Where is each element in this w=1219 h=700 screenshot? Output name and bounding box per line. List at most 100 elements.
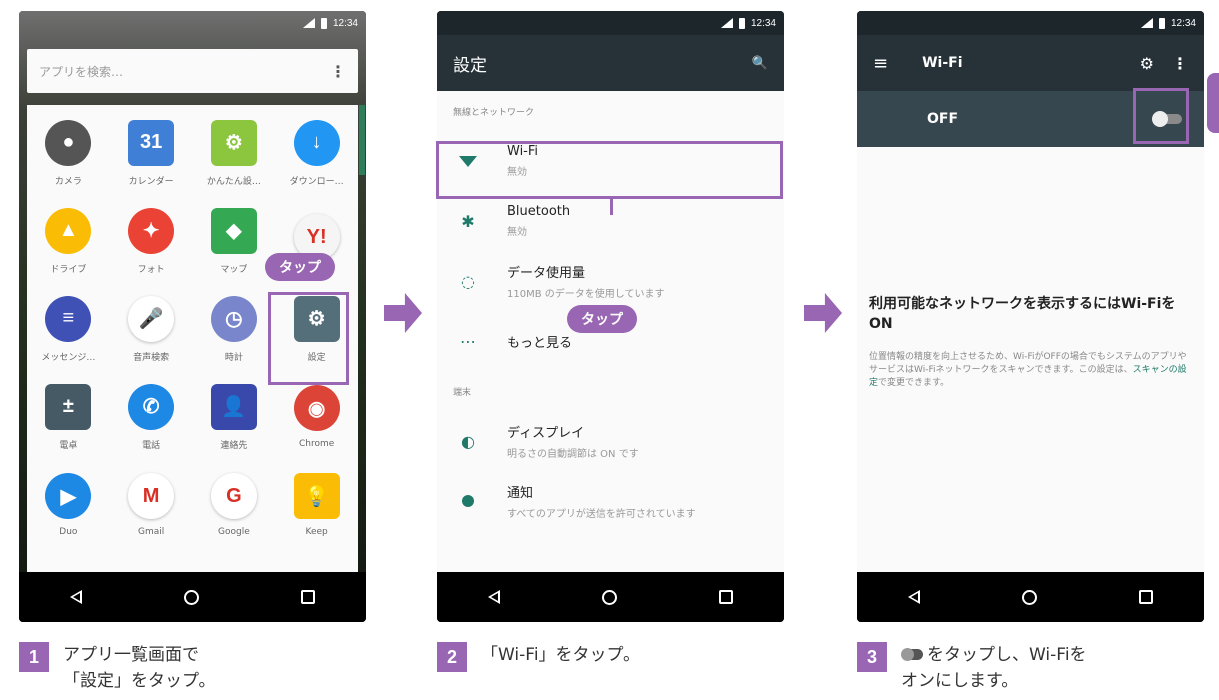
app-camera[interactable]: ● カメラ — [27, 109, 110, 197]
callout-connector — [610, 199, 613, 215]
notification-icon — [455, 495, 481, 507]
settings-item-data-usage[interactable]: ◌ データ使用量 110MB のデータを使用しています — [437, 251, 784, 311]
wifi-off-description: 位置情報の精度を向上させるため、Wi-FiがOFFの場合でもシステムのアプリやサ… — [869, 351, 1192, 390]
app-label: マップ — [220, 264, 248, 275]
drive-icon: ▲ — [45, 207, 92, 254]
app-photos[interactable]: ✦ フォト — [110, 197, 193, 285]
bluetooth-icon: ✱ — [461, 211, 475, 231]
app-chrome[interactable]: ◉ Chrome — [275, 373, 358, 461]
app-label: 電話 — [142, 440, 161, 451]
status-time: 12:34 — [332, 17, 358, 29]
back-icon[interactable] — [908, 590, 920, 604]
signal-icon — [302, 18, 315, 28]
settings-item-notifications[interactable]: 通知 すべてのアプリが送信を許可されています — [437, 471, 784, 531]
step-line: 「設定」をタップ。 — [63, 670, 216, 691]
wifi-content: 利用可能なネットワークを表示するにはWi-FiをON 位置情報の精度を向上させる… — [857, 147, 1204, 572]
page-title: Wi-Fi — [922, 55, 963, 71]
step-line: をタップし、Wi-Fiを — [927, 645, 1087, 665]
back-icon[interactable] — [488, 590, 500, 604]
app-phone[interactable]: ✆ 電話 — [110, 373, 193, 461]
gmail-icon: M — [128, 473, 175, 519]
tap-callout-2: タップ — [567, 305, 637, 333]
camera-icon: ● — [45, 119, 92, 166]
wifi-off-tail: で変更できます。 — [878, 377, 950, 388]
app-voice-search[interactable]: 🎤 音声検索 — [110, 285, 193, 373]
data-usage-icon: ◌ — [461, 271, 475, 291]
messenger-icon: ≡ — [45, 295, 92, 342]
signal-icon — [720, 18, 733, 28]
app-calculator[interactable]: ± 電卓 — [27, 373, 110, 461]
app-label: カメラ — [54, 176, 82, 187]
gear-icon[interactable]: ⚙ — [1140, 54, 1154, 73]
step-caption-1: 1 アプリ一覧画面で 「設定」をタップ。 — [19, 642, 216, 694]
app-easy-settings[interactable]: ⚙ かんたん設… — [193, 109, 276, 197]
settings-item-title: もっと見る — [507, 335, 573, 351]
app-label: 音声検索 — [133, 352, 170, 363]
hamburger-menu-icon[interactable]: ≡ — [873, 53, 888, 74]
app-label: メッセンジ… — [41, 352, 96, 363]
keep-icon: 💡 — [293, 473, 340, 519]
settings-item-title: データ使用量 — [507, 266, 586, 281]
battery-icon — [320, 17, 327, 29]
app-label: Keep — [305, 527, 328, 537]
app-google[interactable]: G Google — [193, 461, 276, 549]
app-messenger[interactable]: ≡ メッセンジ… — [27, 285, 110, 373]
more-icon: ⋯ — [460, 331, 476, 351]
easy-settings-icon: ⚙ — [210, 119, 257, 166]
home-icon[interactable] — [184, 589, 199, 605]
contacts-icon: 👤 — [210, 383, 257, 430]
app-label: ドライブ — [50, 264, 87, 275]
step-number: 2 — [437, 642, 467, 672]
scroll-indicator[interactable] — [359, 105, 365, 175]
tap-callout-1: タップ — [265, 253, 335, 281]
status-time: 12:34 — [750, 17, 776, 29]
app-contacts[interactable]: 👤 連絡先 — [193, 373, 276, 461]
signal-icon — [1140, 18, 1153, 28]
app-keep[interactable]: 💡 Keep — [275, 461, 358, 549]
wifi-off-title: 利用可能なネットワークを表示するにはWi-FiをON — [869, 296, 1176, 333]
app-clock[interactable]: ◷ 時計 — [193, 285, 276, 373]
step-line: 「Wi-Fi」をタップ。 — [481, 645, 641, 665]
app-drive[interactable]: ▲ ドライブ — [27, 197, 110, 285]
app-calendar[interactable]: 31 カレンダー — [110, 109, 193, 197]
page-title: 設定 — [453, 55, 487, 76]
settings-item-display[interactable]: ◐ ディスプレイ 明るさの自動調節は ON です — [437, 411, 784, 471]
display-icon: ◐ — [461, 431, 475, 451]
highlight-wifi-row — [436, 141, 783, 199]
settings-item-subtitle: 明るさの自動調節は ON です — [507, 449, 639, 460]
back-icon[interactable] — [70, 590, 82, 604]
section-header-device: 端末 — [453, 387, 472, 398]
step-line: アプリ一覧画面で — [63, 645, 199, 665]
app-download[interactable]: ↓ ダウンロー… — [275, 109, 358, 197]
more-options-icon[interactable]: ⋮ — [1172, 54, 1188, 73]
settings-item-title: 通知 — [507, 486, 534, 501]
settings-item-subtitle: 110MB のデータを使用しています — [507, 289, 665, 300]
navigation-bar — [437, 572, 784, 622]
search-icon[interactable]: 🔍 — [752, 56, 768, 71]
home-icon[interactable] — [1022, 589, 1037, 605]
app-label: 連絡先 — [220, 440, 248, 451]
app-label: フォト — [137, 264, 165, 275]
home-icon[interactable] — [602, 589, 617, 605]
battery-icon — [738, 17, 745, 29]
maps-icon: ◆ — [210, 207, 257, 254]
status-bar: 12:34 — [19, 11, 366, 35]
app-search-bar[interactable]: アプリを検索… ⋮ — [27, 49, 358, 93]
app-gmail[interactable]: M Gmail — [110, 461, 193, 549]
status-time: 12:34 — [1170, 17, 1196, 29]
app-label: Gmail — [137, 527, 165, 537]
recents-icon[interactable] — [301, 590, 315, 604]
voice-search-icon: 🎤 — [128, 295, 175, 342]
step-text: アプリ一覧画面で 「設定」をタップ。 — [63, 643, 216, 694]
recents-icon[interactable] — [719, 590, 733, 604]
section-header-wireless: 無線とネットワーク — [453, 107, 535, 118]
more-options-icon[interactable]: ⋮ — [330, 62, 346, 81]
app-label: カレンダー — [128, 176, 174, 187]
app-maps[interactable]: ◆ マップ — [193, 197, 276, 285]
recents-icon[interactable] — [1139, 590, 1153, 604]
step-text: をタップし、Wi-Fiを オンにします。 — [901, 643, 1087, 694]
navigation-bar — [19, 572, 366, 622]
step-number: 1 — [19, 642, 49, 672]
download-icon: ↓ — [293, 119, 340, 166]
app-duo[interactable]: ▶ Duo — [27, 461, 110, 549]
